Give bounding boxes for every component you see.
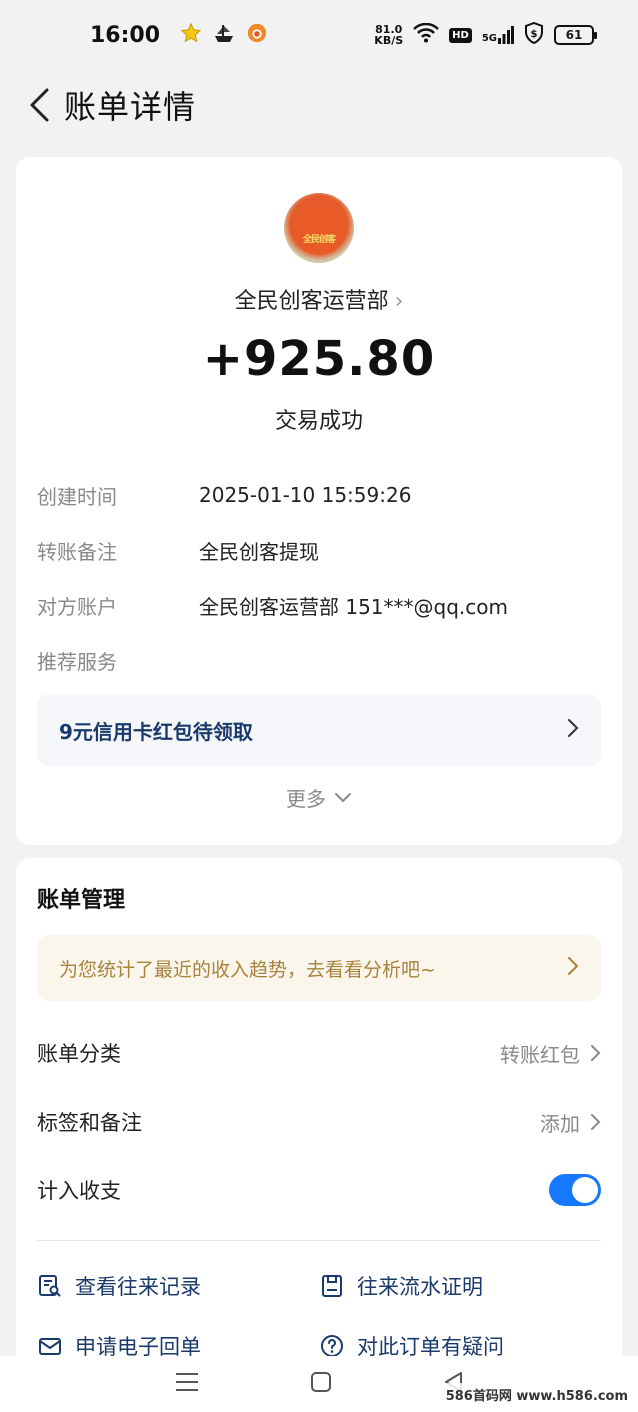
detail-value: 全民创客运营部 151***@qq.com bbox=[199, 594, 508, 619]
chevron-left-icon bbox=[30, 88, 49, 122]
search-record-icon bbox=[37, 1273, 63, 1299]
detail-value: 全民创客提现 bbox=[199, 539, 319, 564]
toggle-knob bbox=[572, 1177, 598, 1203]
status-right-icons: 81.0 KB/S HD 5G $ 61 bbox=[374, 21, 597, 48]
transaction-status: 交易成功 bbox=[274, 409, 363, 434]
tag-note-row[interactable]: 标签和备注 添加 bbox=[37, 1102, 601, 1142]
detail-label: 对方账户 bbox=[37, 594, 117, 619]
star-app-icon bbox=[180, 22, 202, 48]
detail-label: 转账备注 bbox=[37, 539, 117, 564]
hd-badge: HD bbox=[449, 27, 472, 43]
bill-category-row[interactable]: 账单分类 转账红包 bbox=[37, 1033, 601, 1073]
battery-indicator: 61 bbox=[554, 25, 597, 45]
orange-app-icon bbox=[246, 22, 268, 48]
action-label: 往来流水证明 bbox=[357, 1275, 483, 1299]
income-expense-row: 计入收支 bbox=[37, 1170, 601, 1210]
view-records-button[interactable]: 查看往来记录 bbox=[37, 1266, 201, 1306]
tag-note-label: 标签和备注 bbox=[37, 1111, 142, 1135]
status-bar: 16:00 81.0 KB/S HD 5G $ 61 bbox=[0, 0, 638, 70]
detail-row-counterparty: 对方账户 全民创客运营部 151***@qq.com bbox=[37, 590, 508, 620]
wifi-icon bbox=[413, 22, 440, 47]
detail-label: 推荐服务 bbox=[37, 649, 117, 674]
chevron-right-icon: › bbox=[394, 289, 404, 314]
more-label: 更多 bbox=[286, 787, 326, 811]
income-trend-banner[interactable]: 为您统计了最近的收入趋势，去看看分析吧~ bbox=[37, 935, 601, 1001]
net-speed-unit: KB/S bbox=[374, 34, 404, 47]
more-toggle[interactable]: 更多 bbox=[16, 783, 622, 812]
signal-5g-icon: 5G bbox=[482, 26, 514, 44]
merchant-name: 全民创客运营部 bbox=[234, 289, 389, 314]
section-title: 账单管理 bbox=[37, 888, 126, 913]
trend-text: 为您统计了最近的收入趋势，去看看分析吧~ bbox=[59, 958, 436, 981]
shield-icon: $ bbox=[524, 21, 544, 48]
transaction-card: 全民创客 全民创客运营部 › +925.80 交易成功 创建时间 2025-01-… bbox=[16, 157, 622, 845]
transaction-amount: +925.80 bbox=[202, 331, 436, 387]
ship-app-icon bbox=[212, 22, 236, 48]
page-header: 账单详情 bbox=[0, 70, 638, 140]
detail-row-created-time: 创建时间 2025-01-10 15:59:26 bbox=[37, 480, 411, 510]
detail-row-recommended: 推荐服务 bbox=[37, 645, 199, 675]
back-button[interactable] bbox=[10, 75, 70, 135]
bill-category-value: 转账红包 bbox=[500, 1039, 601, 1068]
chevron-down-icon bbox=[335, 792, 351, 802]
bill-manage-card: 账单管理 为您统计了最近的收入趋势，去看看分析吧~ 账单分类 转账红包 标签和备… bbox=[16, 858, 622, 1378]
income-expense-toggle[interactable] bbox=[549, 1174, 601, 1206]
divider bbox=[37, 1240, 601, 1241]
merchant-logo-inner: 全民创客 bbox=[292, 201, 346, 255]
chevron-right-icon bbox=[567, 956, 579, 980]
merchant-name-link[interactable]: 全民创客运营部 › bbox=[16, 283, 622, 315]
merchant-logo[interactable]: 全民创客 bbox=[284, 193, 354, 263]
menu-icon[interactable] bbox=[174, 1371, 200, 1397]
tag-value-text: 添加 bbox=[540, 1111, 580, 1136]
chevron-right-icon bbox=[567, 718, 579, 742]
statement-proof-button[interactable]: 往来流水证明 bbox=[319, 1266, 483, 1306]
promo-text: 9元信用卡红包待领取 bbox=[59, 719, 253, 744]
detail-value: 2025-01-10 15:59:26 bbox=[199, 483, 412, 507]
merchant-logo-text: 全民创客 bbox=[302, 234, 336, 245]
action-label: 查看往来记录 bbox=[75, 1275, 201, 1299]
watermark: 586首码网 www.h586.com bbox=[441, 1383, 632, 1406]
chevron-right-icon bbox=[591, 1114, 601, 1130]
tag-note-value: 添加 bbox=[540, 1108, 601, 1137]
home-icon[interactable] bbox=[309, 1370, 333, 1398]
detail-label: 创建时间 bbox=[37, 484, 117, 509]
page-title: 账单详情 bbox=[64, 88, 197, 126]
svg-text:$: $ bbox=[531, 29, 538, 40]
bill-category-label: 账单分类 bbox=[37, 1042, 121, 1066]
chevron-right-icon bbox=[591, 1045, 601, 1061]
detail-row-transfer-note: 转账备注 全民创客提现 bbox=[37, 535, 319, 565]
notification-icons bbox=[180, 22, 268, 48]
category-value-text: 转账红包 bbox=[500, 1042, 580, 1067]
status-time: 16:00 bbox=[90, 22, 161, 48]
income-expense-label: 计入收支 bbox=[37, 1179, 121, 1203]
promo-credit-card-banner[interactable]: 9元信用卡红包待领取 bbox=[37, 694, 601, 766]
document-proof-icon bbox=[319, 1273, 345, 1299]
net-speed: 81.0 KB/S bbox=[374, 24, 403, 46]
signal-label: 5G bbox=[481, 33, 497, 44]
